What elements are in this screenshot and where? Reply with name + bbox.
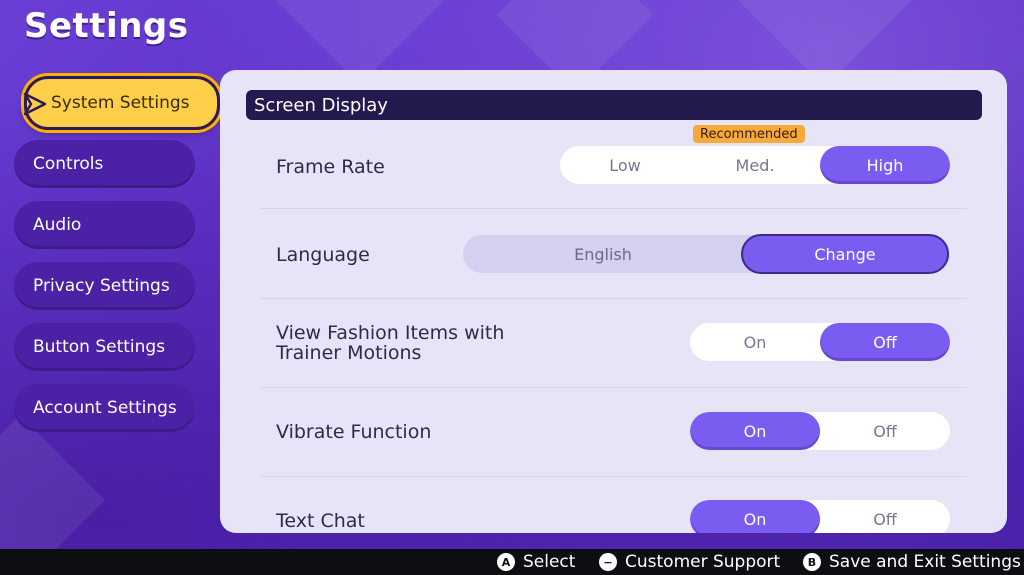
sidebar-item-account-settings[interactable]: Account Settings <box>14 384 195 432</box>
frame-rate-option-med[interactable]: Med. <box>690 146 820 184</box>
setting-label-line: View Fashion Items with <box>276 322 505 344</box>
setting-label: Vibrate Function <box>276 421 432 443</box>
a-button-icon: A <box>497 553 515 571</box>
language-value: English <box>574 244 632 264</box>
sidebar-item-audio[interactable]: Audio <box>14 201 195 249</box>
fashion-items-toggle: On Off <box>690 323 950 361</box>
setting-row-text-chat: Text Chat On Off <box>260 477 967 533</box>
button-hints-bar: A Select − Customer Support B Save and E… <box>0 549 1024 575</box>
sidebar-item-privacy-settings[interactable]: Privacy Settings <box>14 262 195 310</box>
setting-label: View Fashion Items with Trainer Motions <box>276 323 504 363</box>
hint-label: Customer Support <box>625 552 781 572</box>
setting-label: Text Chat <box>276 510 365 532</box>
setting-row-frame-rate: Frame Rate Low Med. High <box>260 120 967 209</box>
chevron-right-icon <box>21 90 49 118</box>
page-title: Settings <box>24 6 189 46</box>
sidebar-item-label: Account Settings <box>33 398 177 418</box>
sidebar-item-label: Audio <box>33 215 82 235</box>
change-language-button[interactable]: Change <box>741 234 949 274</box>
fashion-option-off[interactable]: Off <box>820 323 950 361</box>
text-chat-toggle: On Off <box>690 500 950 533</box>
hint-select[interactable]: A Select <box>497 552 575 572</box>
sidebar-item-label: Controls <box>33 154 104 174</box>
setting-row-language: Language English Change <box>260 210 967 299</box>
sidebar-item-label: Button Settings <box>33 337 166 357</box>
setting-label: Language <box>276 244 370 266</box>
fashion-option-on[interactable]: On <box>690 323 820 361</box>
sidebar-item-system-settings[interactable]: System Settings <box>21 76 220 130</box>
hint-save-and-exit[interactable]: B Save and Exit Settings <box>803 552 1021 572</box>
setting-label: Frame Rate <box>276 156 385 178</box>
setting-row-vibrate: Vibrate Function On Off <box>260 388 967 477</box>
vibrate-option-off[interactable]: Off <box>820 412 950 450</box>
setting-label-line: Trainer Motions <box>276 342 422 364</box>
text-chat-option-on[interactable]: On <box>690 500 820 533</box>
frame-rate-selector: Low Med. High <box>560 146 950 184</box>
hint-label: Save and Exit Settings <box>829 552 1021 572</box>
text-chat-option-off[interactable]: Off <box>820 500 950 533</box>
sidebar-item-label: System Settings <box>51 93 190 113</box>
section-header: Screen Display <box>246 90 982 120</box>
section-title: Screen Display <box>254 94 388 116</box>
b-button-icon: B <box>803 553 821 571</box>
language-field: English Change <box>463 234 950 274</box>
vibrate-toggle: On Off <box>690 412 950 450</box>
hint-customer-support[interactable]: − Customer Support <box>599 552 780 572</box>
hint-label: Select <box>523 552 576 572</box>
sidebar-item-label: Privacy Settings <box>33 276 170 296</box>
sidebar-item-button-settings[interactable]: Button Settings <box>14 323 195 371</box>
frame-rate-option-low[interactable]: Low <box>560 146 690 184</box>
vibrate-option-on[interactable]: On <box>690 412 820 450</box>
settings-panel: Screen Display Recommended Frame Rate Lo… <box>220 70 1007 533</box>
setting-row-fashion-items: View Fashion Items with Trainer Motions … <box>260 299 967 388</box>
frame-rate-option-high[interactable]: High <box>820 146 950 184</box>
minus-button-icon: − <box>599 553 617 571</box>
sidebar-item-controls[interactable]: Controls <box>14 140 195 188</box>
